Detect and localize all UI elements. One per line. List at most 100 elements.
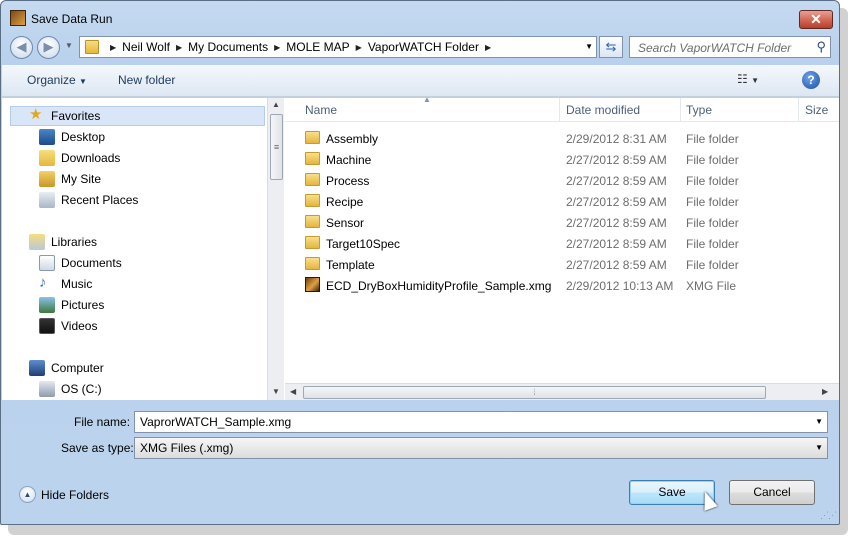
file-list: ▲ Name Date modified Type Size Assembly 2… — [285, 95, 839, 400]
forward-arrow-icon[interactable]: ▶ — [37, 36, 60, 59]
search-input[interactable]: Search VaporWATCH Folder ⚲ — [629, 36, 831, 58]
command-bar: Organize ▼ New folder ☷ ▼ ? — [2, 65, 839, 97]
file-row[interactable]: Assembly 2/29/2012 8:31 AM File folder — [301, 128, 821, 149]
file-name-label: File name: — [74, 415, 131, 429]
hide-folders-button[interactable]: Hide Folders — [41, 488, 109, 502]
folder-icon — [305, 236, 320, 249]
file-row[interactable]: Process 2/27/2012 8:59 AM File folder — [301, 170, 821, 191]
chevron-right-icon[interactable]: ▶ — [176, 43, 182, 52]
drive-icon — [39, 381, 55, 397]
organize-button[interactable]: Organize ▼ — [27, 73, 87, 87]
recent-places-icon — [39, 192, 55, 208]
nav-item-videos[interactable]: Videos — [39, 318, 97, 334]
scroll-up-icon[interactable]: ▲ — [272, 100, 280, 109]
resize-grip-icon[interactable]: ⋰⋰ — [820, 510, 837, 521]
nav-item-pictures[interactable]: Pictures — [39, 297, 104, 313]
search-icon[interactable]: ⚲ — [816, 39, 826, 55]
breadcrumb: ▶ Neil Wolf ▶ My Documents ▶ MOLE MAP ▶ Vap… — [104, 37, 497, 57]
app-icon — [10, 10, 26, 26]
breadcrumb-item[interactable]: My Documents ▶ — [188, 40, 286, 54]
back-arrow-icon[interactable]: ◀ — [10, 36, 33, 59]
navigation-row: ◀ ▶ ▼ ▶ Neil Wolf ▶ My Documents ▶ MOLE MA… — [1, 35, 839, 59]
nav-item-my-site[interactable]: My Site — [39, 171, 101, 187]
chevron-right-icon[interactable]: ▶ — [356, 43, 362, 52]
scroll-thumb[interactable]: ≡ — [270, 114, 283, 180]
nav-item-downloads[interactable]: Downloads — [39, 150, 120, 166]
title-bar: Save Data Run ✕ — [1, 1, 839, 35]
file-row[interactable]: Recipe 2/27/2012 8:59 AM File folder — [301, 191, 821, 212]
save-type-label: Save as type: — [61, 441, 134, 455]
file-row[interactable]: Machine 2/27/2012 8:59 AM File folder — [301, 149, 821, 170]
computer-icon — [29, 360, 45, 376]
music-icon: ♪ — [39, 274, 47, 291]
chevron-down-icon: ▼ — [751, 76, 760, 85]
column-size[interactable]: Size — [805, 103, 828, 117]
pictures-icon — [39, 297, 55, 313]
chevron-down-icon: ▼ — [79, 77, 87, 86]
file-row[interactable]: ECD_DryBoxHumidityProfile_Sample.xmg 2/29… — [301, 275, 821, 296]
nav-item-documents[interactable]: Documents — [39, 255, 122, 271]
xmg-file-icon — [305, 277, 320, 292]
recent-pages-dropdown-icon[interactable]: ▼ — [65, 41, 73, 50]
chevron-right-icon[interactable]: ▶ — [485, 43, 491, 52]
my-site-icon — [39, 171, 55, 187]
save-dialog: Save Data Run ✕ ◀ ▶ ▼ ▶ Neil Wolf ▶ My Do… — [0, 0, 840, 525]
nav-item-music[interactable]: ♪ Music — [39, 274, 92, 292]
chevron-right-icon[interactable]: ▶ — [110, 43, 116, 52]
chevron-right-icon[interactable]: ▶ — [274, 43, 280, 52]
column-date-modified[interactable]: Date modified — [566, 103, 640, 117]
folder-icon — [305, 131, 320, 144]
file-horizontal-scrollbar[interactable]: ◀ ⦙ ▶ — [285, 383, 839, 400]
close-button[interactable]: ✕ — [799, 10, 833, 29]
search-placeholder: Search VaporWATCH Folder — [638, 41, 792, 55]
file-row[interactable]: Template 2/27/2012 8:59 AM File folder — [301, 254, 821, 275]
chevron-down-icon[interactable]: ▼ — [815, 417, 823, 426]
chevron-down-icon[interactable]: ▼ — [815, 443, 823, 452]
documents-icon — [39, 255, 55, 271]
sort-ascending-icon: ▲ — [423, 95, 431, 104]
nav-computer[interactable]: Computer — [29, 360, 104, 376]
folder-icon — [85, 40, 99, 54]
nav-item-recent-places[interactable]: Recent Places — [39, 192, 138, 208]
nav-item-os-c[interactable]: OS (C:) — [39, 381, 102, 397]
address-bar[interactable]: ▶ Neil Wolf ▶ My Documents ▶ MOLE MAP ▶ Vap… — [79, 36, 597, 58]
breadcrumb-item[interactable]: Neil Wolf ▶ — [122, 40, 188, 54]
help-icon[interactable]: ? — [802, 71, 820, 89]
folder-icon — [305, 152, 320, 165]
file-row[interactable]: Target10Spec 2/27/2012 8:59 AM File folder — [301, 233, 821, 254]
column-divider[interactable] — [798, 98, 799, 122]
folder-icon — [305, 257, 320, 270]
desktop-icon — [39, 129, 55, 145]
column-name[interactable]: Name — [305, 103, 337, 117]
column-divider[interactable] — [559, 98, 560, 122]
breadcrumb-item[interactable]: VaporWATCH Folder ▶ — [368, 40, 497, 54]
nav-item-desktop[interactable]: Desktop — [39, 129, 105, 145]
new-folder-button[interactable]: New folder — [118, 73, 175, 87]
scroll-left-icon[interactable]: ◀ — [290, 387, 296, 396]
collapse-up-icon[interactable]: ▲ — [19, 486, 36, 503]
libraries-icon — [29, 234, 45, 250]
window-title: Save Data Run — [31, 12, 113, 26]
star-icon: ★ — [29, 106, 43, 123]
scroll-right-icon[interactable]: ▶ — [822, 387, 828, 396]
column-header-row: ▲ Name Date modified Type Size — [285, 95, 839, 122]
change-view-button[interactable]: ☷ ▼ — [737, 72, 759, 86]
refresh-button[interactable]: ⇆ — [599, 36, 623, 58]
videos-icon — [39, 318, 55, 334]
folder-icon — [305, 194, 320, 207]
scroll-down-icon[interactable]: ▼ — [272, 387, 280, 396]
browser-panes: ★ Favorites Desktop Downloads My Site Rec… — [2, 95, 839, 400]
nav-vertical-scrollbar[interactable]: ▲ ≡ ▼ — [267, 98, 284, 400]
cancel-button[interactable]: Cancel — [729, 480, 815, 505]
save-type-select[interactable]: XMG Files (.xmg) ▼ — [134, 437, 828, 459]
folder-icon — [305, 173, 320, 186]
address-dropdown-icon[interactable]: ▼ — [585, 42, 593, 51]
scroll-thumb[interactable]: ⦙ — [303, 386, 766, 399]
breadcrumb-item[interactable]: MOLE MAP ▶ — [286, 40, 368, 54]
nav-favorites[interactable]: ★ Favorites — [10, 106, 265, 126]
file-name-field[interactable]: VaprorWATCH_Sample.xmg ▼ — [134, 411, 828, 433]
column-divider[interactable] — [680, 98, 681, 122]
column-type[interactable]: Type — [686, 103, 712, 117]
file-row[interactable]: Sensor 2/27/2012 8:59 AM File folder — [301, 212, 821, 233]
nav-libraries[interactable]: Libraries — [29, 234, 97, 250]
